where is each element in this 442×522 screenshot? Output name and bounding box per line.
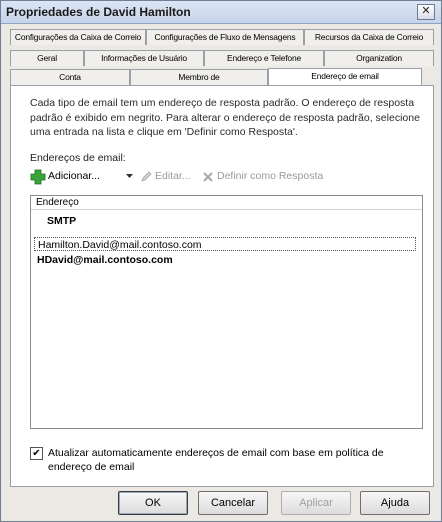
email-address-list[interactable]: Endereço SMTP Hamilton.David@mail.contos… <box>30 195 423 429</box>
auto-update-checkbox[interactable]: ✔ <box>30 447 43 460</box>
x-icon <box>203 172 213 182</box>
edit-button[interactable]: Editar... <box>155 170 191 182</box>
tab-mail-flow-settings[interactable]: Configurações de Fluxo de Mensagens <box>146 29 304 45</box>
tab-general[interactable]: Geral <box>10 50 84 66</box>
properties-dialog: Propriedades de David Hamilton ✕ Configu… <box>0 0 442 522</box>
ok-button[interactable]: OK <box>118 491 188 515</box>
window-title: Propriedades de David Hamilton <box>6 5 191 19</box>
list-item[interactable]: HDavid@mail.contoso.com <box>34 253 416 267</box>
set-as-reply-button[interactable]: Definir como Resposta <box>217 170 323 182</box>
auto-update-label: Atualizar automaticamente endereços de e… <box>48 447 384 473</box>
tab-mailbox-settings[interactable]: Configurações da Caixa de Correio <box>10 29 146 45</box>
apply-button[interactable]: Aplicar <box>281 491 351 515</box>
add-label: Adicionar... <box>48 170 100 182</box>
title-bar[interactable]: Propriedades de David Hamilton ✕ <box>1 1 441 24</box>
description-text: Cada tipo de email tem um endereço de re… <box>30 97 420 138</box>
tab-mailbox-features[interactable]: Recursos da Caixa de Correio <box>304 29 434 45</box>
cancel-button[interactable]: Cancelar <box>198 491 268 515</box>
list-item[interactable]: Hamilton.David@mail.contoso.com <box>34 237 416 251</box>
pencil-icon <box>141 171 152 182</box>
email-list-label: Endereços de email: <box>30 152 126 164</box>
smtp-group-label: SMTP <box>47 215 77 227</box>
add-button[interactable]: Adicionar... <box>30 169 120 186</box>
add-plus-icon <box>30 169 46 185</box>
address-column-header[interactable]: Endereço <box>31 196 422 210</box>
email-address-panel: Cada tipo de email tem um endereço de re… <box>10 85 434 487</box>
help-button[interactable]: Ajuda <box>360 491 430 515</box>
tab-email-addresses[interactable]: Endereço de email <box>268 68 422 85</box>
tab-address-phone[interactable]: Endereço e Telefone <box>204 50 324 66</box>
email-toolbar: Adicionar... Editar... Definir como Resp… <box>30 169 430 187</box>
tab-member-of[interactable]: Membro de <box>130 69 268 85</box>
tab-user-information[interactable]: Informações de Usuário <box>84 50 204 66</box>
chevron-down-icon[interactable] <box>126 174 133 179</box>
tab-organization[interactable]: Organization <box>324 50 434 66</box>
close-button[interactable]: ✕ <box>417 4 435 20</box>
tab-account[interactable]: Conta <box>10 69 130 85</box>
